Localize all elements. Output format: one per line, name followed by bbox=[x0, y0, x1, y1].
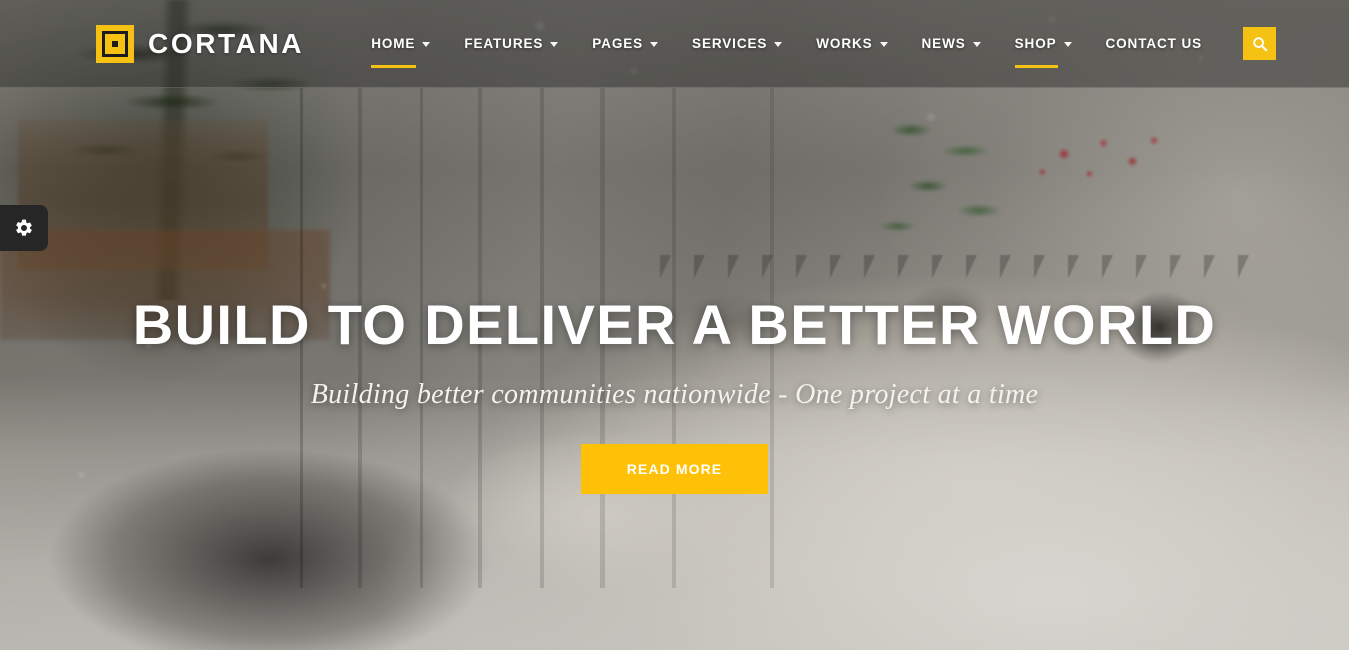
nav-item-services[interactable]: SERVICES bbox=[675, 0, 799, 88]
nav-item-label: NEWS bbox=[921, 36, 966, 51]
nav-item-shop[interactable]: SHOP bbox=[998, 0, 1089, 88]
gear-icon bbox=[16, 219, 32, 236]
hero-title: BUILD TO DELIVER A BETTER WORLD bbox=[132, 293, 1217, 356]
nav-item-label: PAGES bbox=[592, 36, 644, 51]
chevron-down-icon bbox=[879, 42, 888, 47]
chevron-down-icon bbox=[774, 42, 783, 47]
nav-item-label: HOME bbox=[371, 36, 416, 51]
nav-item-label: WORKS bbox=[816, 36, 873, 51]
search-icon bbox=[1252, 36, 1267, 51]
chevron-down-icon bbox=[550, 42, 559, 47]
brand-name: CORTANA bbox=[148, 27, 305, 59]
chevron-down-icon bbox=[650, 42, 659, 47]
concentric-square-logo-icon bbox=[96, 24, 134, 63]
search-button[interactable] bbox=[1243, 27, 1276, 60]
read-more-button[interactable]: READ MORE bbox=[580, 443, 769, 494]
chevron-down-icon bbox=[972, 42, 981, 47]
hero-slider: CORTANA HOME FEATURES PAGES SERVICES WOR… bbox=[0, 0, 1349, 650]
site-header: CORTANA HOME FEATURES PAGES SERVICES WOR… bbox=[0, 0, 1349, 88]
nav-item-label: SHOP bbox=[1014, 36, 1057, 51]
nav-item-label: FEATURES bbox=[464, 36, 544, 51]
nav-item-contact-us[interactable]: CONTACT US bbox=[1089, 0, 1220, 88]
main-navigation: HOME FEATURES PAGES SERVICES WORKS NEWS bbox=[354, 0, 1349, 88]
chevron-down-icon bbox=[422, 42, 431, 47]
settings-panel-toggle[interactable] bbox=[0, 205, 48, 251]
chevron-down-icon bbox=[1063, 42, 1072, 47]
nav-item-pages[interactable]: PAGES bbox=[575, 0, 675, 88]
nav-item-label: CONTACT US bbox=[1105, 36, 1202, 51]
nav-item-features[interactable]: FEATURES bbox=[447, 0, 575, 88]
nav-item-works[interactable]: WORKS bbox=[799, 0, 904, 88]
hero-content: BUILD TO DELIVER A BETTER WORLD Building… bbox=[0, 293, 1349, 494]
nav-item-label: SERVICES bbox=[692, 36, 768, 51]
nav-item-news[interactable]: NEWS bbox=[905, 0, 998, 88]
nav-item-home[interactable]: HOME bbox=[354, 0, 447, 88]
brand-logo[interactable]: CORTANA bbox=[96, 24, 305, 63]
hero-subtitle: Building better communities nationwide -… bbox=[310, 378, 1039, 410]
